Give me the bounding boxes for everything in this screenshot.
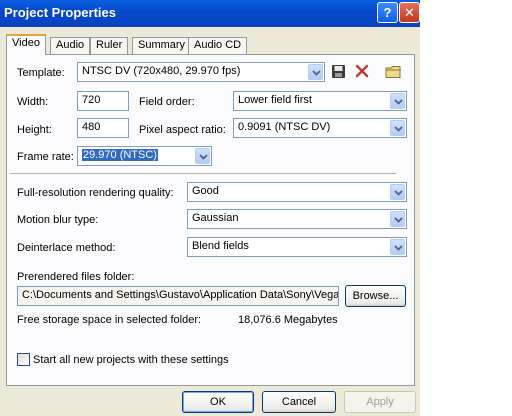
deinterlace-label: Deinterlace method: — [17, 242, 116, 254]
browse-button[interactable]: Browse... — [345, 285, 406, 307]
pixel-aspect-label: Pixel aspect ratio: — [139, 124, 226, 136]
save-icon[interactable] — [331, 64, 346, 82]
title-bar[interactable]: Project Properties ? ✕ — [0, 0, 420, 27]
chevron-down-icon[interactable] — [390, 93, 405, 109]
render-quality-label: Full-resolution rendering quality: — [17, 187, 174, 199]
tab-video[interactable]: Video — [6, 34, 46, 55]
chevron-down-icon[interactable] — [390, 211, 405, 227]
free-space-label: Free storage space in selected folder: — [17, 314, 202, 326]
apply-button[interactable]: Apply — [344, 391, 416, 413]
template-value: NTSC DV (720x480, 29.970 fps) — [82, 65, 241, 77]
pixel-aspect-value: 0.9091 (NTSC DV) — [238, 121, 331, 133]
tab-audio[interactable]: Audio — [50, 37, 91, 54]
motion-blur-select[interactable]: Gaussian — [187, 209, 407, 229]
section-divider — [10, 173, 396, 174]
prerender-path-field[interactable]: C:\Documents and Settings\Gustavo\Applic… — [17, 286, 339, 306]
frame-rate-select[interactable]: 29.970 (NTSC) — [77, 146, 212, 166]
tab-summary[interactable]: Summary — [132, 37, 192, 54]
render-quality-value: Good — [192, 185, 219, 197]
field-order-label: Field order: — [139, 96, 195, 108]
template-label: Template: — [17, 67, 65, 79]
motion-blur-value: Gaussian — [192, 212, 239, 224]
width-label: Width: — [17, 96, 49, 108]
field-order-select[interactable]: Lower field first — [233, 91, 407, 111]
project-properties-dialog: Project Properties ? ✕ Video Audio Ruler… — [0, 0, 420, 416]
chevron-down-icon[interactable] — [390, 239, 405, 255]
pixel-aspect-select[interactable]: 0.9091 (NTSC DV) — [233, 118, 407, 138]
delete-icon[interactable] — [355, 64, 369, 81]
deinterlace-value: Blend fields — [192, 240, 249, 252]
cancel-button[interactable]: Cancel — [262, 391, 336, 413]
free-space-value: 18,076.6 Megabytes — [238, 314, 338, 326]
height-input[interactable]: 480 — [77, 118, 129, 138]
tab-ruler[interactable]: Ruler — [90, 37, 129, 54]
folder-icon[interactable] — [385, 65, 402, 82]
chevron-down-icon[interactable] — [308, 64, 323, 80]
start-all-label: Start all new projects with these settin… — [33, 354, 229, 366]
tab-audio-cd[interactable]: Audio CD — [188, 37, 248, 54]
chevron-down-icon[interactable] — [195, 148, 210, 164]
prerender-label: Prerendered files folder: — [17, 271, 135, 283]
template-select[interactable]: NTSC DV (720x480, 29.970 fps) — [77, 62, 325, 82]
deinterlace-select[interactable]: Blend fields — [187, 237, 407, 257]
window-title: Project Properties — [4, 5, 116, 20]
frame-rate-value: 29.970 (NTSC) — [82, 149, 158, 161]
frame-rate-label: Frame rate: — [17, 151, 74, 163]
help-button[interactable]: ? — [377, 2, 398, 23]
chevron-down-icon[interactable] — [390, 184, 405, 200]
start-all-checkbox[interactable] — [17, 353, 30, 366]
close-button[interactable]: ✕ — [399, 2, 420, 23]
chevron-down-icon[interactable] — [390, 120, 405, 136]
height-label: Height: — [17, 124, 52, 136]
render-quality-select[interactable]: Good — [187, 182, 407, 202]
motion-blur-label: Motion blur type: — [17, 214, 99, 226]
width-input[interactable]: 720 — [77, 91, 129, 111]
field-order-value: Lower field first — [238, 94, 312, 106]
ok-button[interactable]: OK — [182, 391, 254, 413]
